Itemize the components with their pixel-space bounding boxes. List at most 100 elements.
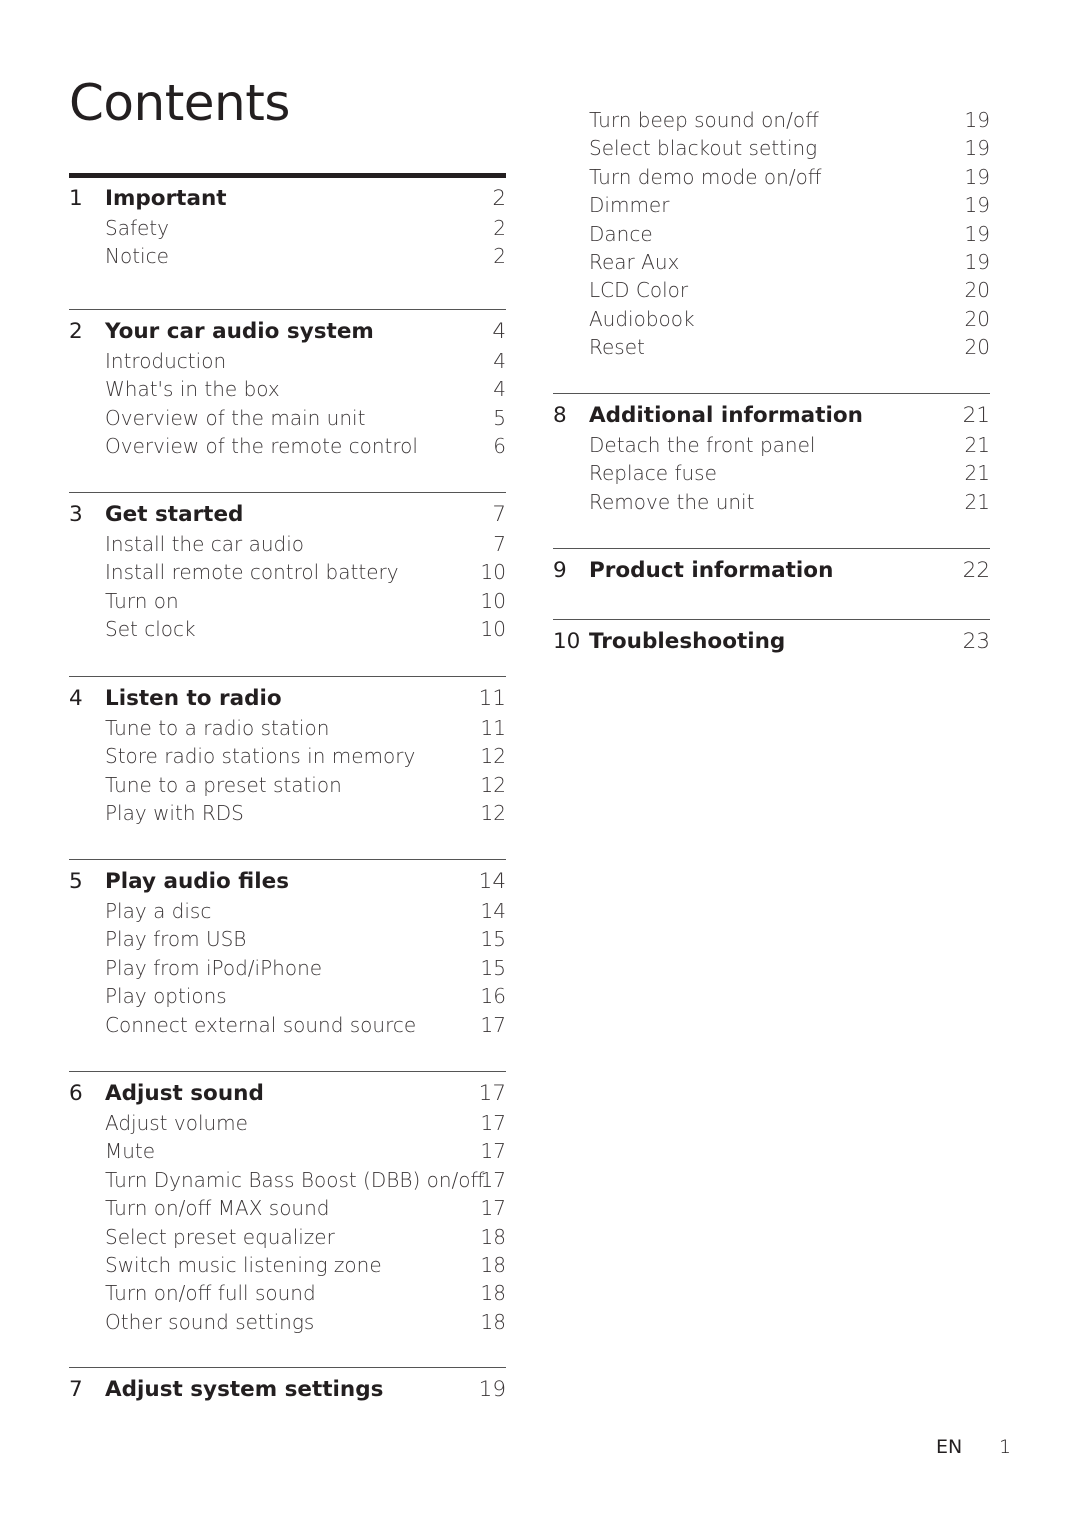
toc-subsection-entry[interactable]: Reset 20	[553, 333, 990, 361]
toc-subsection-entry[interactable]: Adjust volume 17	[69, 1109, 506, 1137]
toc-subsection-entry[interactable]: Dimmer 19	[553, 191, 990, 219]
subsection-title[interactable]: Replace fuse	[589, 459, 717, 487]
toc-subsection-entry[interactable]: Mute 17	[69, 1137, 506, 1165]
toc-chapter-entry[interactable]: 9 Product information 22	[553, 556, 990, 586]
subsection-title[interactable]: Turn Dynamic Bass Boost (DBB) on/off	[105, 1166, 484, 1194]
subsection-title[interactable]: Reset	[589, 333, 645, 361]
subsection-title[interactable]: Select blackout setting	[589, 134, 817, 162]
toc-subsection-entry[interactable]: Play from USB 15	[69, 925, 506, 953]
subsection-title[interactable]: Remove the unit	[589, 488, 754, 516]
toc-subsection-entry[interactable]: Overview of the main unit 5	[69, 404, 506, 432]
toc-subsection-entry[interactable]: Dance 19	[553, 220, 990, 248]
toc-subsection-entry[interactable]: Rear Aux 19	[553, 248, 990, 276]
toc-subsection-entry[interactable]: Detach the front panel 21	[553, 431, 990, 459]
subsection-title[interactable]: Install remote control battery	[105, 558, 399, 586]
subsection-title[interactable]: Turn on/off full sound	[105, 1279, 316, 1307]
toc-subsection-entry[interactable]: What's in the box 4	[69, 375, 506, 403]
subsection-title[interactable]: Audiobook	[589, 305, 695, 333]
toc-subsection-entry[interactable]: Select preset equalizer 18	[69, 1223, 506, 1251]
toc-subsection-entry[interactable]: Play options 16	[69, 982, 506, 1010]
subsection-title[interactable]: Turn on/off MAX sound	[105, 1194, 329, 1222]
subsection-title[interactable]: What's in the box	[105, 375, 280, 403]
toc-chapter-entry[interactable]: 6 Adjust sound 17	[69, 1079, 506, 1109]
subsection-title[interactable]: Overview of the remote control	[105, 432, 418, 460]
toc-subsection-entry[interactable]: Introduction 4	[69, 347, 506, 375]
subsection-title[interactable]: Set clock	[105, 615, 196, 643]
toc-subsection-entry[interactable]: Replace fuse 21	[553, 459, 990, 487]
chapter-title[interactable]: Adjust sound	[105, 1079, 264, 1109]
toc-subsection-entry[interactable]: LCD Color 20	[553, 276, 990, 304]
toc-chapter-entry[interactable]: 5 Play audio files 14	[69, 867, 506, 897]
toc-chapter-entry[interactable]: 3 Get started 7	[69, 500, 506, 530]
subsection-title[interactable]: Turn beep sound on/off	[589, 106, 819, 134]
subsection-title[interactable]: Safety	[105, 214, 169, 242]
chapter-title[interactable]: Your car audio system	[105, 317, 374, 347]
toc-subsection-entry[interactable]: Install the car audio 7	[69, 530, 506, 558]
subsection-title[interactable]: Store radio stations in memory	[105, 742, 415, 770]
page-title: Contents	[69, 74, 290, 132]
chapter-title[interactable]: Additional information	[589, 401, 863, 431]
subsection-title[interactable]: Play a disc	[105, 897, 211, 925]
toc-subsection-entry[interactable]: Switch music listening zone 18	[69, 1251, 506, 1279]
subsection-title[interactable]: Notice	[105, 242, 169, 270]
chapter-title[interactable]: Adjust system settings	[105, 1375, 383, 1405]
toc-subsection-entry[interactable]: Overview of the remote control 6	[69, 432, 506, 460]
subsection-title[interactable]: Introduction	[105, 347, 226, 375]
subsection-title[interactable]: Adjust volume	[105, 1109, 248, 1137]
page-reference: 17	[480, 1139, 506, 1164]
toc-subsection-entry[interactable]: Play with RDS 12	[69, 799, 506, 827]
chapter-title[interactable]: Listen to radio	[105, 684, 282, 714]
toc-chapter-entry[interactable]: 1 Important 2	[69, 184, 506, 214]
toc-subsection-entry[interactable]: Turn demo mode on/off 19	[553, 163, 990, 191]
subsection-title[interactable]: Select preset equalizer	[105, 1223, 335, 1251]
subsection-title[interactable]: Other sound settings	[105, 1308, 314, 1336]
toc-chapter-entry[interactable]: 4 Listen to radio 11	[69, 684, 506, 714]
subsection-title[interactable]: Dimmer	[589, 191, 669, 219]
toc-subsection-entry[interactable]: Tune to a preset station 12	[69, 771, 506, 799]
chapter-title[interactable]: Product information	[589, 556, 833, 586]
toc-chapter-entry[interactable]: 10 Troubleshooting 23	[553, 627, 990, 657]
subsection-title[interactable]: Turn on	[105, 587, 179, 615]
toc-subsection-entry[interactable]: Select blackout setting 19	[553, 134, 990, 162]
toc-subsection-entry[interactable]: Audiobook 20	[553, 305, 990, 333]
toc-subsection-entry[interactable]: Set clock 10	[69, 615, 506, 643]
subsection-title[interactable]: Dance	[589, 220, 653, 248]
toc-subsection-entry[interactable]: Install remote control battery 10	[69, 558, 506, 586]
chapter-title[interactable]: Play audio files	[105, 867, 289, 897]
subsection-title[interactable]: LCD Color	[589, 276, 688, 304]
subsection-title[interactable]: Play from USB	[105, 925, 246, 953]
chapter-title[interactable]: Troubleshooting	[589, 627, 785, 657]
subsection-title[interactable]: Connect external sound source	[105, 1011, 416, 1039]
toc-subsection-entry[interactable]: Notice 2	[69, 242, 506, 270]
toc-subsection-entry[interactable]: Connect external sound source 17	[69, 1011, 506, 1039]
subsection-title[interactable]: Tune to a preset station	[105, 771, 342, 799]
toc-subsection-entry[interactable]: Safety 2	[69, 214, 506, 242]
toc-subsection-entry[interactable]: Play a disc 14	[69, 897, 506, 925]
toc-subsection-entry[interactable]: Turn on/off full sound 18	[69, 1279, 506, 1307]
subsection-title[interactable]: Install the car audio	[105, 530, 304, 558]
toc-subsection-entry[interactable]: Play from iPod/iPhone 15	[69, 954, 506, 982]
subsection-title[interactable]: Play options	[105, 982, 227, 1010]
subsection-title[interactable]: Detach the front panel	[589, 431, 815, 459]
toc-subsection-entry[interactable]: Turn beep sound on/off 19	[553, 106, 990, 134]
toc-chapter-entry[interactable]: 2 Your car audio system 4	[69, 317, 506, 347]
toc-subsection-entry[interactable]: Other sound settings 18	[69, 1308, 506, 1336]
chapter-title[interactable]: Get started	[105, 500, 243, 530]
subsection-title[interactable]: Mute	[105, 1137, 155, 1165]
toc-chapter-entry[interactable]: 7 Adjust system settings 19	[69, 1375, 506, 1405]
toc-subsection-entry[interactable]: Remove the unit 21	[553, 488, 990, 516]
subsection-title[interactable]: Overview of the main unit	[105, 404, 365, 432]
subsection-title[interactable]: Play with RDS	[105, 799, 244, 827]
toc-subsection-entry[interactable]: Tune to a radio station 11	[69, 714, 506, 742]
subsection-title[interactable]: Switch music listening zone	[105, 1251, 382, 1279]
toc-subsection-entry[interactable]: Store radio stations in memory 12	[69, 742, 506, 770]
subsection-title[interactable]: Tune to a radio station	[105, 714, 329, 742]
toc-subsection-entry[interactable]: Turn Dynamic Bass Boost (DBB) on/off 17	[69, 1166, 506, 1194]
toc-chapter-entry[interactable]: 8 Additional information 21	[553, 401, 990, 431]
subsection-title[interactable]: Turn demo mode on/off	[589, 163, 822, 191]
toc-subsection-entry[interactable]: Turn on/off MAX sound 17	[69, 1194, 506, 1222]
subsection-title[interactable]: Rear Aux	[589, 248, 679, 276]
subsection-title[interactable]: Play from iPod/iPhone	[105, 954, 322, 982]
chapter-title[interactable]: Important	[105, 184, 227, 214]
toc-subsection-entry[interactable]: Turn on 10	[69, 587, 506, 615]
